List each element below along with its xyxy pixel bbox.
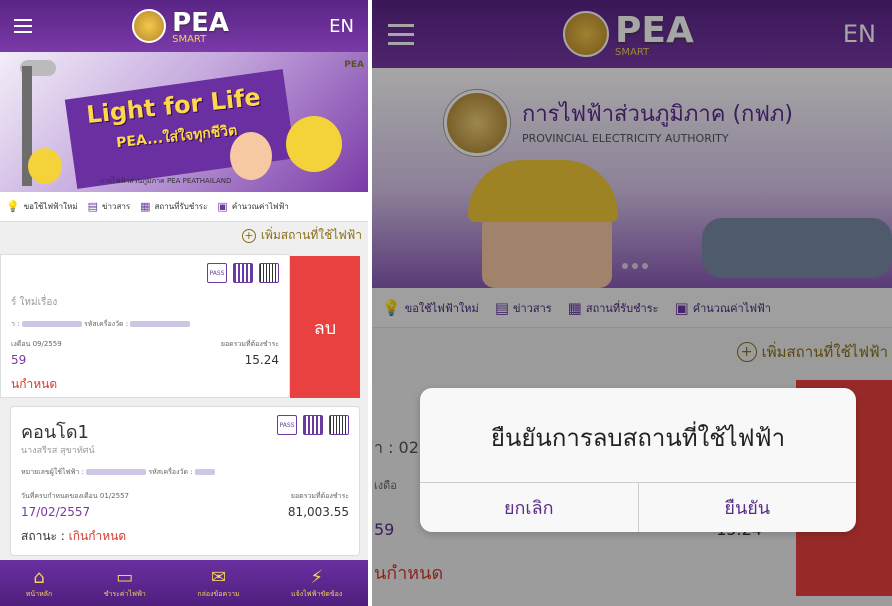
message-icon: ✉ <box>210 566 227 588</box>
due-label: วันที่ครบกำหนดของเดือน 01/2557 <box>21 492 129 500</box>
amount-due: 15.24 <box>244 353 279 367</box>
tab-label: กล่องข้อความ <box>197 589 240 598</box>
meter-label: รหัสเครื่องวัด : <box>83 320 129 328</box>
due-date: 59 <box>11 353 27 367</box>
add-location-label: เพิ่มสถานที่ใช้ไฟฟ้า <box>260 228 362 242</box>
banner-footer: การไฟฟ้าส่วนภูมิภาค PEA PEATHAILAND <box>100 177 232 185</box>
status-value: นกำหนด <box>11 377 58 391</box>
add-location-button[interactable]: + เพิ่มสถานที่ใช้ไฟฟ้า <box>241 226 362 245</box>
payment-location-icon: ▦ <box>140 200 151 213</box>
tab-report-outage[interactable]: ⚡ แจ้งไฟฟ้าขัดข้อง <box>291 567 342 600</box>
confirm-button[interactable]: ยืนยัน <box>637 483 857 532</box>
pea-tag: PEA <box>344 60 364 70</box>
confirm-delete-dialog: ยืนยันการลบสถานที่ใช้ไฟฟ้า ยกเลิก ยืนยัน <box>420 388 856 532</box>
cancel-button[interactable]: ยกเลิก <box>420 483 638 532</box>
lightbulb-icon: 💡 <box>6 200 20 213</box>
dialog-buttons: ยกเลิก ยืนยัน <box>420 482 856 532</box>
tab-home[interactable]: ⌂ หน้าหลัก <box>26 567 52 600</box>
wallet-icon: ▭ <box>116 566 134 588</box>
nav-label: สถานที่รับชำระ <box>154 202 208 211</box>
menu-icon[interactable] <box>14 19 32 33</box>
top-bar: PEA SMART EN <box>0 0 368 52</box>
mascot-boy-icon <box>286 116 342 172</box>
meter-label: รหัสเครื่องวัด : <box>148 468 193 476</box>
nav-news[interactable]: ▤ ข่าวสาร <box>88 200 131 213</box>
nav-calculator[interactable]: ▣ คำนวณค่าไฟฟ้า <box>217 200 288 213</box>
tab-label: แจ้งไฟฟ้าขัดข้อง <box>291 589 343 598</box>
redacted-value <box>194 469 215 475</box>
meter-info: า : รหัสเครื่องวัด : <box>11 319 191 330</box>
location-card[interactable]: PASS ร์ ใหม่เรื่อง า : รหัสเครื่องวัด : … <box>0 254 290 398</box>
tab-inbox[interactable]: ✉ กล่องข้อความ <box>197 567 239 600</box>
barcode-icon[interactable] <box>329 415 349 435</box>
qr-code-icon[interactable] <box>303 415 323 435</box>
tab-pay-bill[interactable]: ▭ ชำระค่าไฟฟ้า <box>104 567 146 600</box>
due-date: 17/02/2557 <box>21 505 91 519</box>
tab-label: หน้าหลัก <box>25 589 53 598</box>
calculator-icon: ▣ <box>217 200 228 213</box>
card-actions: PASS <box>277 415 349 435</box>
mascot-worker-icon <box>28 148 62 184</box>
ca-prefix: า : <box>11 320 20 328</box>
amount-label: ยอดรวมที่ต้องชำระ <box>220 340 279 348</box>
status-label: สถานะ : <box>21 529 65 543</box>
news-icon: ▤ <box>87 200 99 213</box>
qr-code-icon[interactable] <box>233 263 253 283</box>
amount-label: ยอดรวมที่ต้องชำระ <box>290 492 349 500</box>
customer-name: ร์ ใหม่เรื่อง <box>11 297 58 308</box>
pea-emblem-icon <box>132 9 167 43</box>
amount-due: 81,003.55 <box>287 505 349 519</box>
plus-icon: + <box>241 228 256 243</box>
barcode-icon[interactable] <box>259 263 279 283</box>
language-toggle[interactable]: EN <box>329 16 354 37</box>
redacted-value <box>86 469 147 475</box>
home-icon: ⌂ <box>33 566 45 588</box>
delete-button[interactable]: ลบ <box>290 256 360 398</box>
pass-icon[interactable]: PASS <box>277 415 297 435</box>
redacted-value <box>130 321 191 327</box>
pass-icon[interactable]: PASS <box>207 263 227 283</box>
card-actions: PASS <box>207 263 279 283</box>
dialog-title: ยืนยันการลบสถานที่ใช้ไฟฟ้า <box>490 424 786 452</box>
alert-icon: ⚡ <box>310 566 324 588</box>
promo-banner[interactable]: Light for Life PEA...ใส่ใจทุกชีวิต PEA ก… <box>0 52 368 192</box>
mascot-girl-icon <box>230 132 272 180</box>
left-screen: PEA SMART EN Light for Life PEA...ใส่ใจท… <box>0 0 368 606</box>
redacted-value <box>21 321 82 327</box>
due-label: เงดือน 09/2559 <box>11 340 62 348</box>
meter-info: หมายเลขผู้ใช้ไฟฟ้า : รหัสเครื่องวัด : <box>21 467 215 478</box>
ca-label: หมายเลขผู้ใช้ไฟฟ้า : <box>21 468 84 476</box>
quick-nav: 💡 ขอใช้ไฟฟ้าใหม่ ▤ ข่าวสาร ▦ สถานที่รับชำระ… <box>0 192 368 222</box>
nav-payment-locations[interactable]: ▦ สถานที่รับชำระ <box>140 200 207 213</box>
location-title: คอนโด1 <box>21 422 89 443</box>
nav-label: คำนวณค่าไฟฟ้า <box>231 202 289 211</box>
right-screen: PEA SMART EN การไฟฟ้าส่วนภูมิภาค (กฟภ) P… <box>372 0 892 606</box>
location-card[interactable]: PASS คอนโด1 นางสรีรส สุขาทัศน์ หมายเลขผู… <box>10 406 360 556</box>
bottom-tab-bar: ⌂ หน้าหลัก ▭ ชำระค่าไฟฟ้า ✉ กล่องข้อความ ⚡ แ… <box>0 560 368 606</box>
status: สถานะ : เกินกำหนด <box>21 527 126 546</box>
status-value: เกินกำหนด <box>68 529 127 543</box>
tab-label: ชำระค่าไฟฟ้า <box>103 589 146 598</box>
nav-label: ขอใช้ไฟฟ้าใหม่ <box>23 202 78 211</box>
app-logo: PEA SMART <box>132 8 229 45</box>
nav-label: ข่าวสาร <box>102 202 131 211</box>
nav-new-service[interactable]: 💡 ขอใช้ไฟฟ้าใหม่ <box>6 200 78 213</box>
customer-name: นางสรีรส สุขาทัศน์ <box>21 446 95 456</box>
